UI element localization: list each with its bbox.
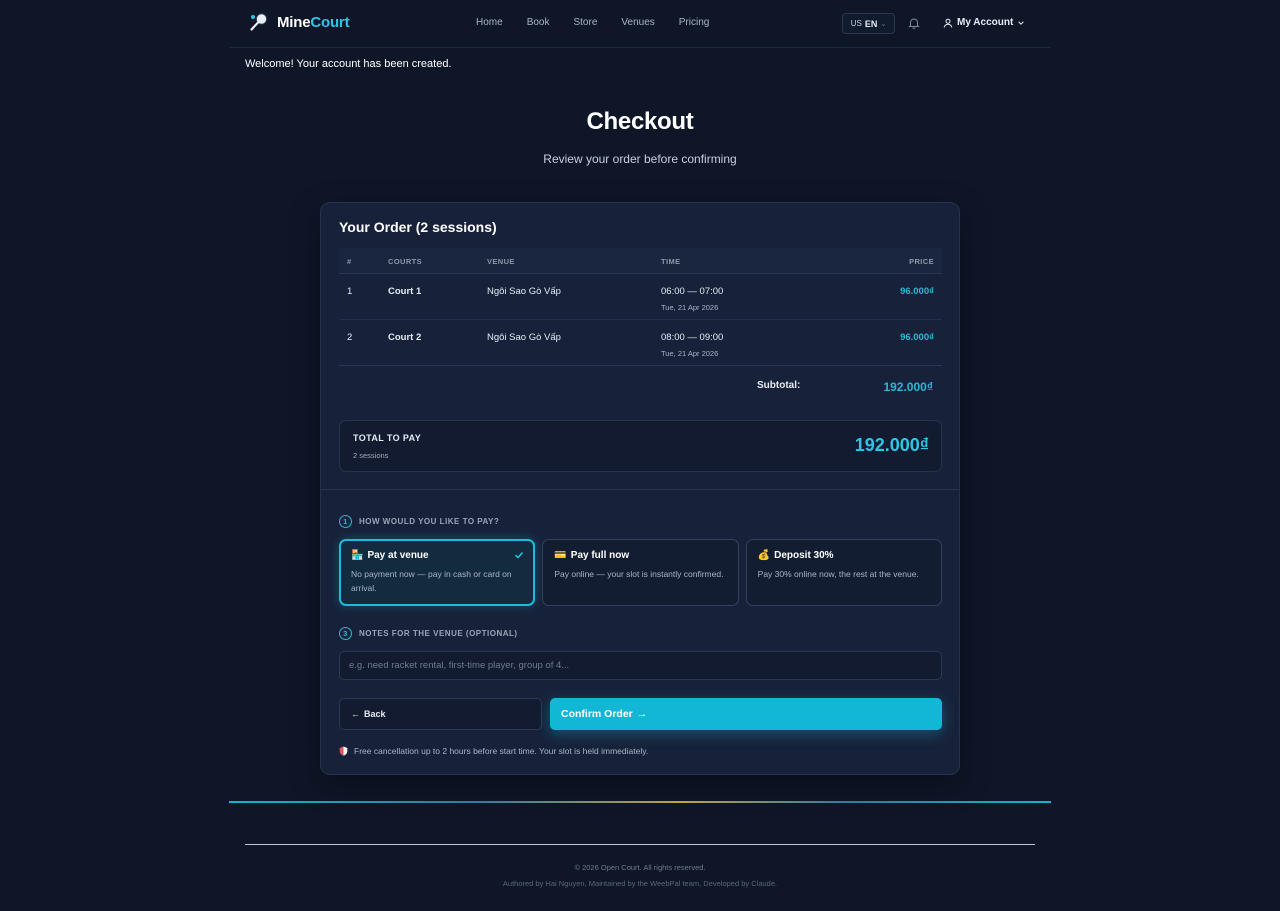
notes-heading: NOTES FOR THE VENUE (OPTIONAL) xyxy=(359,629,518,638)
total-value: 192.000₫ xyxy=(854,435,929,455)
footer-copyright: © 2026 Open Court. All rights reserved. xyxy=(574,863,706,872)
col-number: # xyxy=(347,257,352,266)
nav-home[interactable]: Home xyxy=(476,17,503,28)
flag-icon: US xyxy=(850,19,862,28)
col-time: TIME xyxy=(661,257,681,266)
nav-venues[interactable]: Venues xyxy=(621,17,654,28)
welcome-message: Welcome! Your account has been created. xyxy=(245,58,452,70)
language-code: EN xyxy=(864,18,878,29)
notes-input[interactable] xyxy=(339,651,942,680)
chevron-down-icon: ⌄ xyxy=(880,20,887,28)
payment-option-full[interactable]: 💳 Pay full now Pay online — your slot is … xyxy=(542,539,739,606)
table-row: 1 Court 1 Ngôi Sao Gò Vấp 06:00 — 07:00 T… xyxy=(339,274,942,320)
row-price: 96.000₫ xyxy=(900,286,934,297)
payment-option-venue[interactable]: 🏪 Pay at venue No payment now — pay in ca… xyxy=(339,539,536,606)
chevron-down-icon xyxy=(1018,20,1025,25)
account-menu[interactable]: My Account xyxy=(943,17,1025,28)
money-bag-icon: 💰 xyxy=(757,550,771,561)
footer-divider xyxy=(245,844,1035,845)
row-number: 1 xyxy=(347,286,353,297)
row-date: Tue, 21 Apr 2026 xyxy=(661,349,719,358)
subtotal-value: 192.000₫ xyxy=(883,380,933,394)
footer-accent-line xyxy=(229,801,1051,803)
payment-options: 🏪 Pay at venue No payment now — pay in ca… xyxy=(339,539,942,606)
payment-heading: HOW WOULD YOU LIKE TO PAY? xyxy=(359,517,500,526)
option-title: Pay at venue xyxy=(367,550,429,561)
option-title: Deposit 30% xyxy=(774,550,834,561)
checkout-card: Your Order (2 sessions) # COURTS VENUE T… xyxy=(320,202,960,775)
shield-icon xyxy=(339,746,348,756)
row-venue: Ngôi Sao Gò Vấp xyxy=(487,286,561,297)
row-number: 2 xyxy=(347,332,353,343)
cancellation-note: Free cancellation up to 2 hours before s… xyxy=(339,746,648,756)
arrow-right-icon: → xyxy=(636,708,648,720)
col-courts: COURTS xyxy=(388,257,423,266)
row-time: 08:00 — 09:00 Tue, 21 Apr 2026 xyxy=(661,332,724,358)
footer-credit: Authored by Hai Nguyen, Maintained by th… xyxy=(502,879,778,888)
total-label: TOTAL TO PAY xyxy=(353,433,422,443)
subtotal-label: Subtotal: xyxy=(757,380,801,391)
store-icon: 🏪 xyxy=(351,550,364,561)
arrow-left-icon: ← xyxy=(351,709,360,719)
main-nav: Home Book Store Venues Pricing xyxy=(476,17,733,28)
cancellation-text: Free cancellation up to 2 hours before s… xyxy=(354,746,649,756)
page-title: Checkout xyxy=(586,108,694,135)
brand-name: MineCourt xyxy=(277,13,350,31)
payment-step-heading: 1 HOW WOULD YOU LIKE TO PAY? xyxy=(339,515,499,528)
user-icon xyxy=(943,18,953,28)
nav-book[interactable]: Book xyxy=(527,17,550,28)
col-price: PRICE xyxy=(909,257,934,266)
confirm-label: Confirm Order xyxy=(561,708,633,720)
option-title: Pay full now xyxy=(570,550,630,561)
option-description: Pay online — your slot is instantly conf… xyxy=(554,569,724,579)
row-date: Tue, 21 Apr 2026 xyxy=(661,303,719,312)
back-label: Back xyxy=(364,709,386,719)
total-summary: TOTAL TO PAY 2 sessions 192.000₫ xyxy=(339,420,942,472)
racket-icon xyxy=(250,13,268,31)
nav-pricing[interactable]: Pricing xyxy=(679,17,710,28)
step-number: 1 xyxy=(339,515,352,528)
order-title: Your Order (2 sessions) xyxy=(339,219,497,235)
back-button[interactable]: ← Back xyxy=(339,698,542,730)
order-table: # COURTS VENUE TIME PRICE 1 Court 1 Ngôi… xyxy=(339,248,942,366)
brand-logo[interactable]: MineCourt xyxy=(249,12,350,32)
option-description: Pay 30% online now, the rest at the venu… xyxy=(757,569,919,579)
confirm-order-button[interactable]: Confirm Order → xyxy=(550,698,942,730)
account-label: My Account xyxy=(957,17,1014,28)
table-row: 2 Court 2 Ngôi Sao Gò Vấp 08:00 — 09:00 T… xyxy=(339,320,942,366)
language-selector[interactable]: US EN ⌄ xyxy=(842,13,895,34)
bell-icon[interactable] xyxy=(907,16,921,30)
total-sessions: 2 sessions xyxy=(353,451,389,460)
notes-step-heading: 3 NOTES FOR THE VENUE (OPTIONAL) xyxy=(339,627,518,640)
row-court: Court 1 xyxy=(388,286,422,297)
row-time: 06:00 — 07:00 Tue, 21 Apr 2026 xyxy=(661,286,724,312)
row-venue: Ngôi Sao Gò Vấp xyxy=(487,332,561,343)
section-divider xyxy=(321,489,959,490)
table-header: # COURTS VENUE TIME PRICE xyxy=(339,248,942,274)
row-price: 96.000₫ xyxy=(900,332,934,343)
payment-option-deposit[interactable]: 💰 Deposit 30% Pay 30% online now, the res… xyxy=(745,539,942,606)
page-subtitle: Review your order before confirming xyxy=(543,152,737,166)
option-description: No payment now — pay in cash or card on … xyxy=(351,569,512,593)
col-venue: VENUE xyxy=(487,257,515,266)
check-icon xyxy=(515,552,524,559)
row-court: Court 2 xyxy=(388,332,422,343)
nav-store[interactable]: Store xyxy=(573,17,597,28)
top-header: MineCourt Home Book Store Venues Pricing… xyxy=(229,0,1051,48)
credit-card-icon: 💳 xyxy=(554,550,567,561)
step-number: 3 xyxy=(339,627,352,640)
